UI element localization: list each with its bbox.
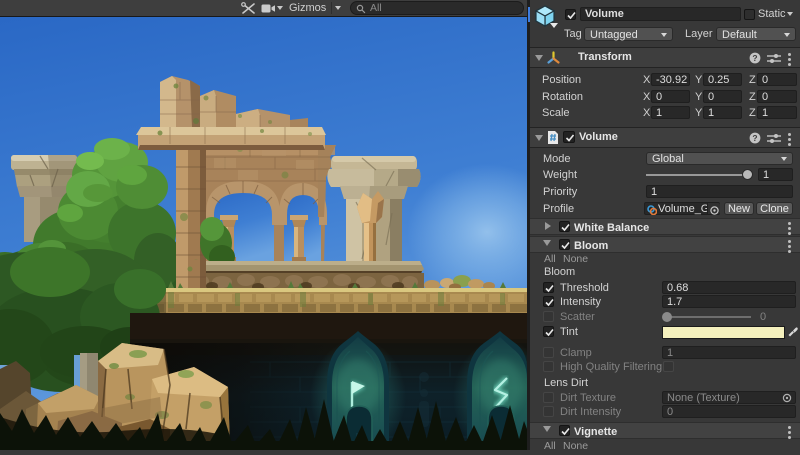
svg-text:?: ? <box>752 133 757 143</box>
svg-text:?: ? <box>752 53 757 63</box>
